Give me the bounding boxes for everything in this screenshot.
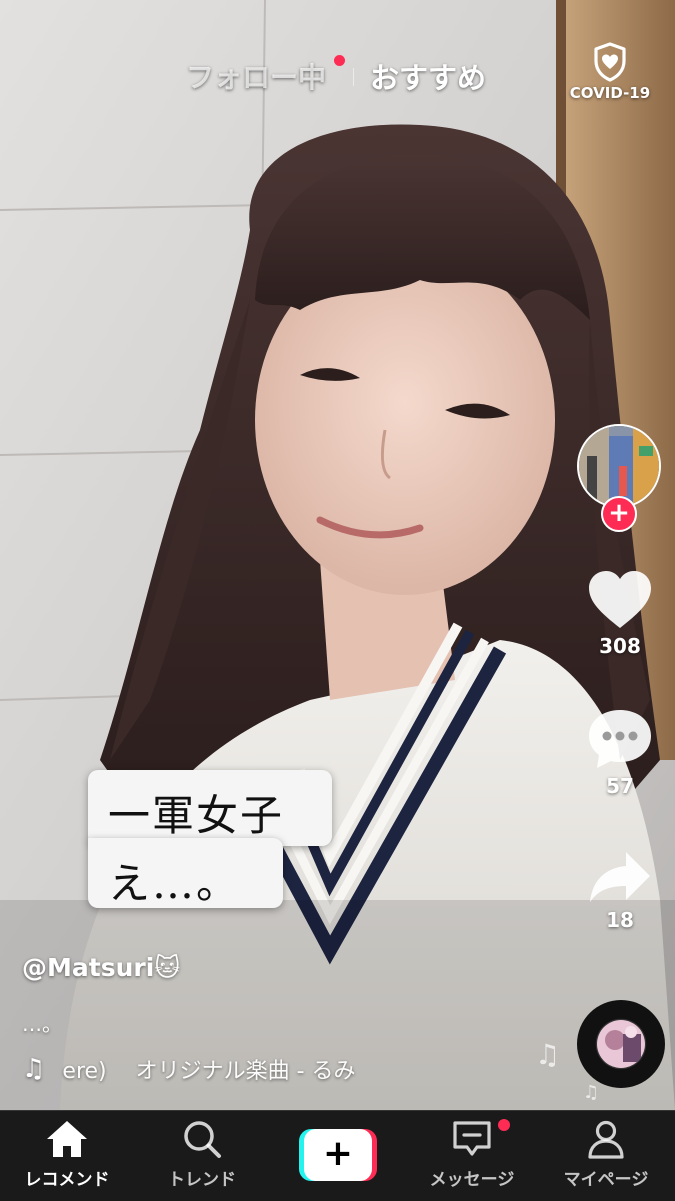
- plus-icon: +: [304, 1129, 372, 1181]
- comment-count: 57: [606, 774, 634, 798]
- caption-line1: 一軍女子: [108, 791, 285, 840]
- comment-button[interactable]: 57: [580, 708, 660, 798]
- creator-username[interactable]: @Matsuri🐱: [22, 953, 180, 982]
- nav-inbox[interactable]: メッセージ: [407, 1119, 537, 1190]
- caption-line2: え…。: [108, 859, 241, 908]
- create-button[interactable]: +: [299, 1129, 377, 1181]
- creator-avatar-wrap: +: [577, 424, 665, 532]
- nav-discover-label: トレンド: [168, 1170, 236, 1190]
- share-arrow-icon: [590, 852, 650, 902]
- music-note-icon: ♫: [22, 1054, 46, 1084]
- music-disc[interactable]: [577, 1000, 665, 1088]
- nav-home[interactable]: レコメンド: [2, 1119, 132, 1190]
- comment-bubble-icon: [589, 710, 651, 768]
- video-frame: [0, 0, 675, 1110]
- search-icon: [184, 1121, 221, 1158]
- home-icon: [47, 1121, 87, 1157]
- nav-profile[interactable]: マイページ: [541, 1119, 671, 1190]
- inbox-notification-dot: [498, 1119, 510, 1131]
- bottom-nav: レコメンド トレンド + メッセージ マイページ: [0, 1110, 675, 1201]
- nav-discover[interactable]: トレンド: [137, 1119, 267, 1190]
- person-icon: [588, 1120, 624, 1159]
- nav-inbox-label: メッセージ: [429, 1170, 515, 1190]
- shield-heart-icon: [594, 42, 626, 82]
- floating-note-small-icon: ♫: [583, 1082, 600, 1103]
- music-disc-cover: [597, 1020, 645, 1068]
- post-description[interactable]: …。: [22, 1008, 62, 1037]
- covid-label: COVID-19: [569, 84, 651, 102]
- like-count: 308: [599, 634, 641, 658]
- floating-note-icon: ♫: [535, 1038, 561, 1071]
- tab-for-you[interactable]: おすすめ: [370, 55, 486, 97]
- heart-icon: [589, 571, 651, 628]
- message-icon: [453, 1121, 491, 1156]
- avatar-image: [579, 426, 659, 506]
- nav-profile-label: マイページ: [563, 1170, 649, 1190]
- music-ticker[interactable]: ♫ ere) オリジナル楽曲 - るみ: [22, 1053, 382, 1085]
- follow-button[interactable]: +: [601, 496, 637, 532]
- disc-cover-image: [597, 1020, 645, 1068]
- share-button[interactable]: 18: [580, 850, 660, 932]
- tab-following[interactable]: フォロー中: [186, 56, 326, 96]
- covid-button[interactable]: COVID-19: [565, 42, 655, 102]
- music-title: ere) オリジナル楽曲 - るみ: [62, 1059, 356, 1084]
- tab-divider: [353, 68, 354, 86]
- share-count: 18: [606, 908, 634, 932]
- nav-home-label: レコメンド: [24, 1170, 110, 1190]
- like-button[interactable]: 308: [580, 570, 660, 658]
- following-notification-dot: [334, 55, 345, 66]
- video-player[interactable]: [0, 0, 675, 1110]
